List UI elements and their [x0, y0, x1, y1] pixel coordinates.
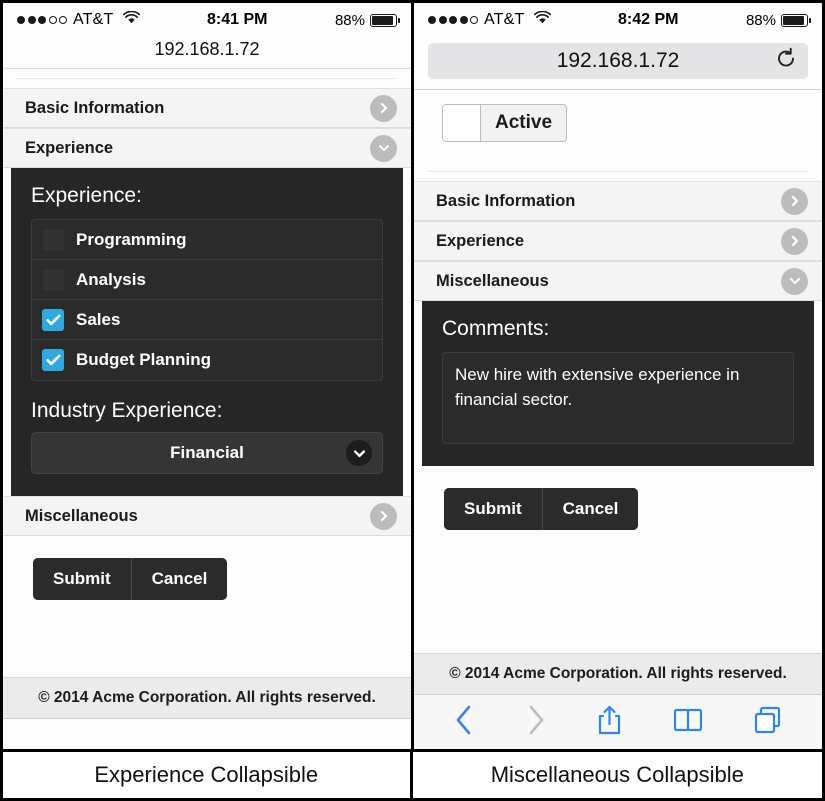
active-toggle[interactable]: Active: [442, 104, 568, 142]
submit-button[interactable]: Submit: [33, 558, 132, 600]
status-bar-right-group: 88%: [745, 11, 811, 29]
page-spacer: [414, 548, 822, 653]
checkbox-checked-icon[interactable]: [42, 349, 64, 371]
accordion-label: Miscellaneous: [25, 506, 138, 525]
browser-address-bar-container: 192.168.1.72: [414, 37, 822, 90]
cancel-button[interactable]: Cancel: [131, 558, 228, 600]
panel-miscellaneous-collapsible: AT&T 8:42 PM 88% 192.168.1.72 Active Bas…: [414, 3, 822, 749]
submit-button[interactable]: Submit: [444, 488, 543, 530]
checkbox-label: Analysis: [76, 269, 146, 289]
miscellaneous-panel-body: Comments: New hire with extensive experi…: [422, 301, 814, 466]
web-page-right: Active Basic Information Experience Misc…: [414, 90, 822, 695]
active-toggle-label: Active: [495, 112, 553, 133]
experience-checkbox-list: Programming Analysis Sales Budget Planni…: [31, 219, 383, 381]
wifi-icon: [122, 10, 140, 29]
checkbox-row-budget-planning[interactable]: Budget Planning: [32, 340, 382, 380]
checkbox-checked-icon[interactable]: [42, 308, 64, 331]
select-value: Financial: [170, 443, 244, 462]
form-actions-right: Submit Cancel: [414, 466, 822, 548]
page-footer-right: © 2014 Acme Corporation. All rights rese…: [414, 653, 822, 695]
screenshot-panels: AT&T 8:41 PM 88% 192.168.1.72 Basic Info…: [0, 0, 825, 752]
accordion-label: Basic Information: [25, 98, 165, 117]
cancel-button[interactable]: Cancel: [542, 488, 639, 530]
industry-experience-label: Industry Experience:: [31, 399, 223, 422]
chevron-right-icon[interactable]: [370, 502, 397, 530]
address-input[interactable]: 192.168.1.72: [440, 49, 796, 73]
clock-label: 8:42 PM: [618, 11, 679, 28]
form-actions-left: Submit Cancel: [3, 536, 411, 618]
checkbox-row-sales[interactable]: Sales: [32, 300, 382, 340]
accordion-label: Experience: [436, 231, 525, 250]
status-bar-left-group: AT&T: [17, 10, 140, 29]
carrier-label: AT&T: [484, 11, 525, 28]
battery-percent-label: 88%: [334, 11, 365, 29]
accordion-header-experience[interactable]: Experience: [3, 128, 411, 168]
comments-textarea[interactable]: New hire with extensive experience in fi…: [442, 352, 794, 444]
button-group: Submit Cancel: [444, 488, 639, 530]
panel-experience-collapsible: AT&T 8:41 PM 88% 192.168.1.72 Basic Info…: [3, 3, 414, 749]
address-label-left[interactable]: 192.168.1.72: [3, 37, 411, 69]
accordion-header-experience[interactable]: Experience: [414, 221, 822, 261]
page-spacer: [3, 618, 411, 677]
bookmarks-icon[interactable]: [673, 705, 703, 740]
chevron-right-icon[interactable]: [781, 187, 808, 215]
chevron-down-icon[interactable]: [370, 134, 397, 162]
accordion-label: Miscellaneous: [436, 271, 549, 290]
accordion-label: Experience: [25, 138, 114, 157]
status-bar-left: AT&T 8:41 PM 88%: [3, 3, 411, 37]
carrier-label: AT&T: [73, 11, 114, 28]
checkbox-label: Budget Planning: [76, 350, 212, 369]
caption-left: Experience Collapsible: [3, 752, 413, 798]
reload-icon[interactable]: [776, 47, 796, 75]
tabs-icon[interactable]: [753, 705, 783, 740]
accordion-header-basic-information[interactable]: Basic Information: [3, 88, 411, 128]
industry-experience-select[interactable]: Financial: [31, 432, 383, 474]
accordion-header-basic-information[interactable]: Basic Information: [414, 181, 822, 221]
battery-icon: [781, 13, 811, 27]
toggle-knob[interactable]: [443, 105, 481, 141]
checkbox-row-programming[interactable]: Programming: [32, 220, 382, 260]
figure-captions: Experience Collapsible Miscellaneous Col…: [0, 752, 825, 801]
forward-icon: [525, 704, 547, 741]
caption-right: Miscellaneous Collapsible: [412, 752, 822, 798]
status-bar-right: AT&T 8:42 PM 88%: [414, 3, 822, 37]
safari-bottom-toolbar: [414, 695, 822, 749]
back-icon[interactable]: [453, 704, 475, 741]
chevron-down-icon[interactable]: [781, 267, 808, 295]
clock-label: 8:41 PM: [207, 11, 268, 28]
accordion-header-miscellaneous[interactable]: Miscellaneous: [414, 261, 822, 301]
battery-icon: [370, 13, 400, 27]
chevron-down-icon[interactable]: [346, 440, 372, 466]
checkbox-unchecked-icon[interactable]: [42, 268, 64, 291]
button-group: Submit Cancel: [33, 558, 228, 600]
signal-strength-icon: [17, 16, 67, 24]
chevron-right-icon[interactable]: [781, 227, 808, 255]
checkbox-label: Programming: [76, 229, 187, 249]
chevron-right-icon[interactable]: [370, 94, 397, 122]
status-bar-left-group: AT&T: [428, 10, 551, 29]
signal-strength-icon: [428, 16, 478, 24]
battery-percent-label: 88%: [745, 11, 776, 29]
checkbox-label: Sales: [76, 309, 121, 329]
web-page-left: Basic Information Experience Experience:: [3, 69, 411, 749]
checkbox-row-analysis[interactable]: Analysis: [32, 260, 382, 300]
page-footer-left: © 2014 Acme Corporation. All rights rese…: [3, 677, 411, 719]
accordion-header-miscellaneous[interactable]: Miscellaneous: [3, 496, 411, 536]
share-icon[interactable]: [596, 704, 623, 741]
active-toggle-zone: Active: [414, 90, 822, 162]
experience-panel-body: Experience: Programming Analysis Sales B…: [11, 168, 403, 496]
accordion-label: Basic Information: [436, 191, 576, 210]
checkbox-unchecked-icon[interactable]: [42, 228, 64, 251]
status-bar-right-group: 88%: [334, 11, 400, 29]
wifi-icon: [533, 10, 551, 29]
experience-heading: Experience:: [31, 184, 142, 207]
address-bar[interactable]: 192.168.1.72: [428, 43, 808, 79]
figure-root: AT&T 8:41 PM 88% 192.168.1.72 Basic Info…: [0, 0, 825, 801]
comments-heading: Comments:: [442, 317, 550, 340]
